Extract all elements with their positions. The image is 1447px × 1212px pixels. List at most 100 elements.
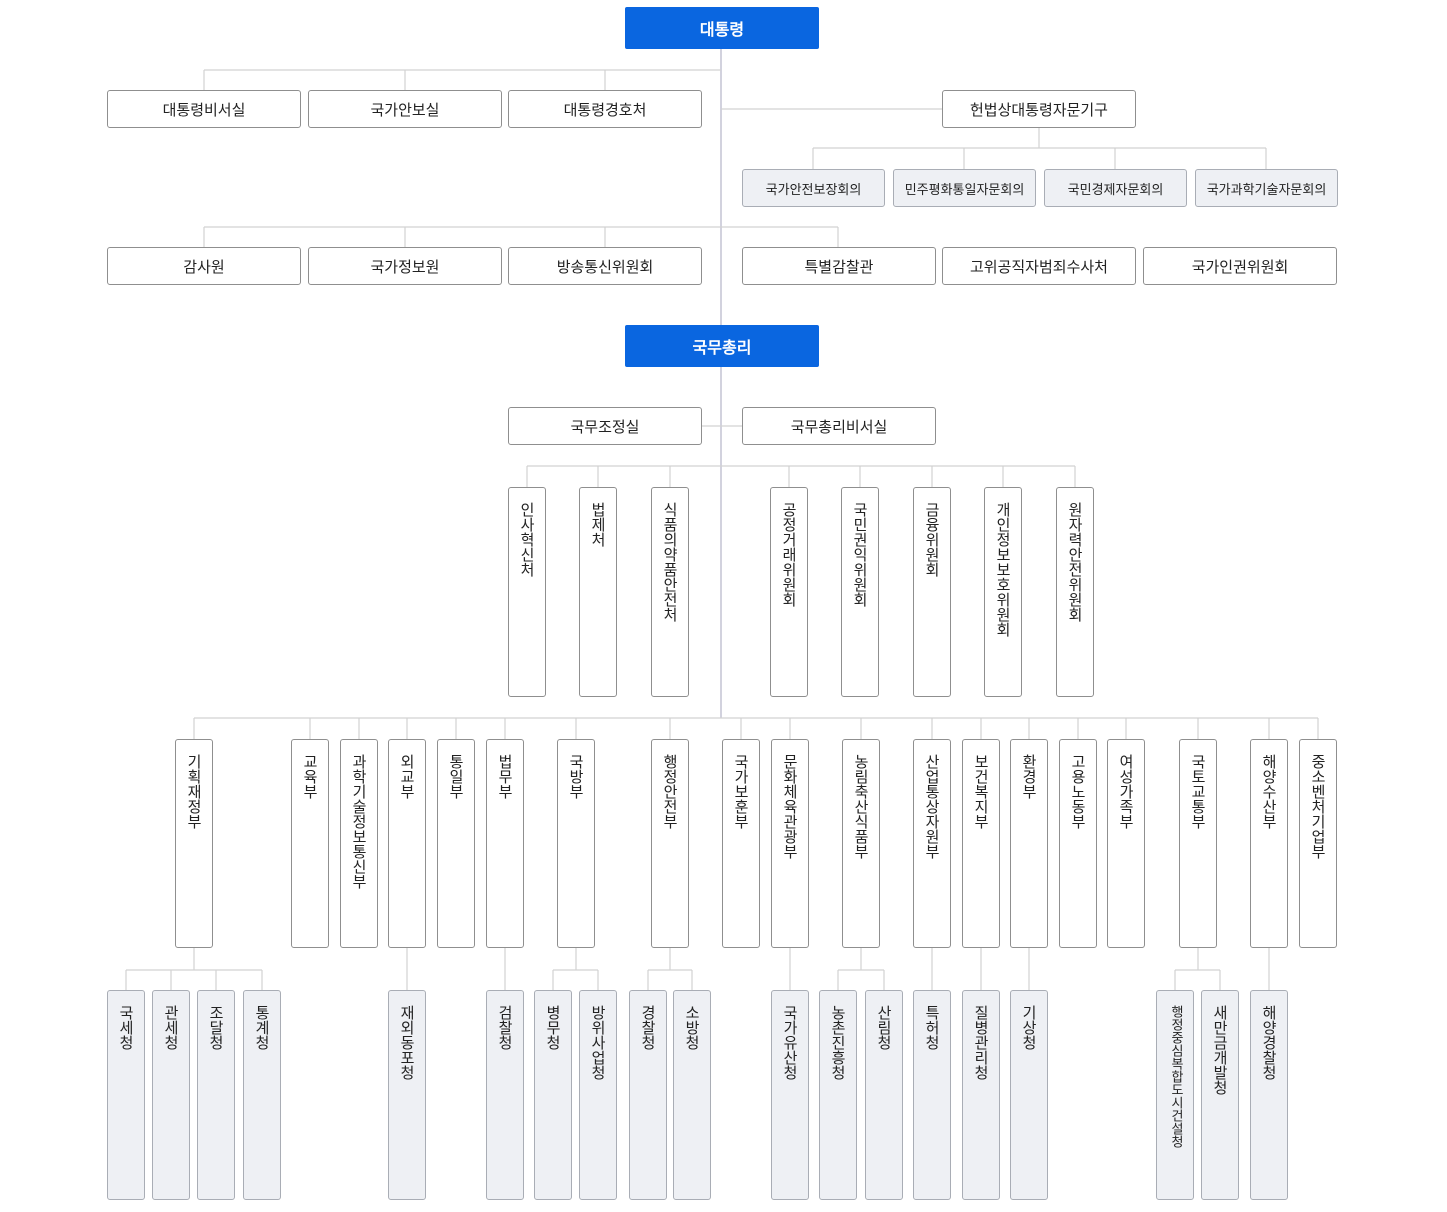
ministry-8[interactable]: 행정안전부: [651, 739, 689, 948]
pm-body-3[interactable]: 식품의약품안전처: [651, 487, 689, 697]
ministry-label: 농림축산식품부: [852, 754, 870, 859]
sub-agency-label: 산림청: [875, 1005, 893, 1050]
ministry-18[interactable]: 해양수산부: [1250, 739, 1288, 948]
ministry-16[interactable]: 여성가족부: [1107, 739, 1145, 948]
ministry-label: 고용노동부: [1069, 754, 1087, 829]
pm-body-label: 인사혁신처: [518, 502, 536, 577]
pm-body-label: 원자력안전위원회: [1066, 502, 1084, 622]
sub-agency-label: 경찰청: [639, 1005, 657, 1050]
pm-body-label: 식품의약품안전처: [661, 502, 679, 622]
ministry-12[interactable]: 산업통상자원부: [913, 739, 951, 948]
advisory-box-1[interactable]: 국가안전보장회의: [742, 169, 885, 207]
ministry-label: 해양수산부: [1260, 754, 1278, 829]
sub-agency-label: 검찰청: [496, 1005, 514, 1050]
president-office-2[interactable]: 국가안보실: [308, 90, 502, 128]
sub-agency-17[interactable]: 행정중심복합도시건설청: [1156, 990, 1194, 1200]
pm-body-2[interactable]: 법제처: [579, 487, 617, 697]
ministry-3[interactable]: 과학기술정보통신부: [340, 739, 378, 948]
sub-agency-8[interactable]: 방위사업청: [579, 990, 617, 1200]
sub-agency-4[interactable]: 통계청: [243, 990, 281, 1200]
sub-agency-2[interactable]: 관세청: [152, 990, 190, 1200]
ministry-17[interactable]: 국토교통부: [1179, 739, 1217, 948]
pm-body-label: 개인정보보호위원회: [994, 502, 1012, 637]
ministry-2[interactable]: 교육부: [291, 739, 329, 948]
advisory-box-2[interactable]: 민주평화통일자문회의: [893, 169, 1036, 207]
pm-office-2[interactable]: 국무총리비서실: [742, 407, 936, 445]
pm-body-8[interactable]: 원자력안전위원회: [1056, 487, 1094, 697]
ministry-11[interactable]: 농림축산식품부: [842, 739, 880, 948]
sub-agency-label: 국가유산청: [781, 1005, 799, 1080]
sub-agency-label: 조달청: [207, 1005, 225, 1050]
sub-agency-label: 병무청: [544, 1005, 562, 1050]
sub-agency-label: 해양경찰청: [1260, 1005, 1278, 1080]
sub-agency-11[interactable]: 국가유산청: [771, 990, 809, 1200]
ministry-label: 국토교통부: [1189, 754, 1207, 829]
ministry-label: 과학기술정보통신부: [350, 754, 368, 889]
sub-agency-1[interactable]: 국세청: [107, 990, 145, 1200]
sub-agency-label: 새만금개발청: [1211, 1005, 1229, 1095]
pm-body-label: 법제처: [589, 502, 607, 547]
sub-agency-label: 통계청: [253, 1005, 271, 1050]
pm-body-label: 금융위원회: [923, 502, 941, 577]
president-office-1[interactable]: 대통령비서실: [107, 90, 301, 128]
sub-agency-16[interactable]: 기상청: [1010, 990, 1048, 1200]
ministry-19[interactable]: 중소벤처기업부: [1299, 739, 1337, 948]
agency-right-3[interactable]: 국가인권위원회: [1143, 247, 1337, 285]
ministry-5[interactable]: 통일부: [437, 739, 475, 948]
sub-agency-6[interactable]: 검찰청: [486, 990, 524, 1200]
ministry-14[interactable]: 환경부: [1010, 739, 1048, 948]
sub-agency-14[interactable]: 특허청: [913, 990, 951, 1200]
sub-agency-label: 농촌진흥청: [829, 1005, 847, 1080]
president-office-3[interactable]: 대통령경호처: [508, 90, 702, 128]
sub-agency-3[interactable]: 조달청: [197, 990, 235, 1200]
sub-agency-label: 방위사업청: [589, 1005, 607, 1080]
sub-agency-10[interactable]: 소방청: [673, 990, 711, 1200]
ministry-label: 교육부: [301, 754, 319, 799]
agency-right-1[interactable]: 특별감찰관: [742, 247, 936, 285]
ministry-7[interactable]: 국방부: [557, 739, 595, 948]
pm-body-7[interactable]: 개인정보보호위원회: [984, 487, 1022, 697]
ministry-label: 기획재정부: [185, 754, 203, 829]
sub-agency-label: 국세청: [117, 1005, 135, 1050]
sub-agency-label: 기상청: [1020, 1005, 1038, 1050]
ministry-label: 중소벤처기업부: [1309, 754, 1327, 859]
ministry-label: 환경부: [1020, 754, 1038, 799]
sub-agency-13[interactable]: 산림청: [865, 990, 903, 1200]
ministry-9[interactable]: 국가보훈부: [722, 739, 760, 948]
ministry-label: 국방부: [567, 754, 585, 799]
agency-left-1[interactable]: 감사원: [107, 247, 301, 285]
ministry-label: 여성가족부: [1117, 754, 1135, 829]
ministry-1[interactable]: 기획재정부: [175, 739, 213, 948]
pm-office-1[interactable]: 국무조정실: [508, 407, 702, 445]
sub-agency-19[interactable]: 해양경찰청: [1250, 990, 1288, 1200]
ministry-10[interactable]: 문화체육관광부: [771, 739, 809, 948]
ministry-label: 행정안전부: [661, 754, 679, 829]
pm-body-5[interactable]: 국민권익위원회: [841, 487, 879, 697]
advisory-box-4[interactable]: 국가과학기술자문회의: [1195, 169, 1338, 207]
ministry-label: 국가보훈부: [732, 754, 750, 829]
sub-agency-7[interactable]: 병무청: [534, 990, 572, 1200]
sub-agency-15[interactable]: 질병관리청: [962, 990, 1000, 1200]
ministry-4[interactable]: 외교부: [388, 739, 426, 948]
ministry-15[interactable]: 고용노동부: [1059, 739, 1097, 948]
sub-agency-18[interactable]: 새만금개발청: [1201, 990, 1239, 1200]
sub-agency-12[interactable]: 농촌진흥청: [819, 990, 857, 1200]
agency-left-3[interactable]: 방송통신위원회: [508, 247, 702, 285]
pm-body-1[interactable]: 인사혁신처: [508, 487, 546, 697]
pm-body-4[interactable]: 공정거래위원회: [770, 487, 808, 697]
ministry-label: 통일부: [447, 754, 465, 799]
sub-agency-label: 소방청: [683, 1005, 701, 1050]
agency-right-2[interactable]: 고위공직자범죄수사처: [942, 247, 1136, 285]
pm-body-6[interactable]: 금융위원회: [913, 487, 951, 697]
ministry-6[interactable]: 법무부: [486, 739, 524, 948]
agency-left-2[interactable]: 국가정보원: [308, 247, 502, 285]
ministry-13[interactable]: 보건복지부: [962, 739, 1000, 948]
advisory-box-3[interactable]: 국민경제자문회의: [1044, 169, 1187, 207]
sub-agency-9[interactable]: 경찰청: [629, 990, 667, 1200]
president-box[interactable]: 대통령: [625, 7, 819, 49]
sub-agency-5[interactable]: 재외동포청: [388, 990, 426, 1200]
advisory-parent-box[interactable]: 헌법상대통령자문기구: [942, 90, 1136, 128]
pm-body-label: 공정거래위원회: [780, 502, 798, 607]
prime-minister-box[interactable]: 국무총리: [625, 325, 819, 367]
sub-agency-label: 관세청: [162, 1005, 180, 1050]
